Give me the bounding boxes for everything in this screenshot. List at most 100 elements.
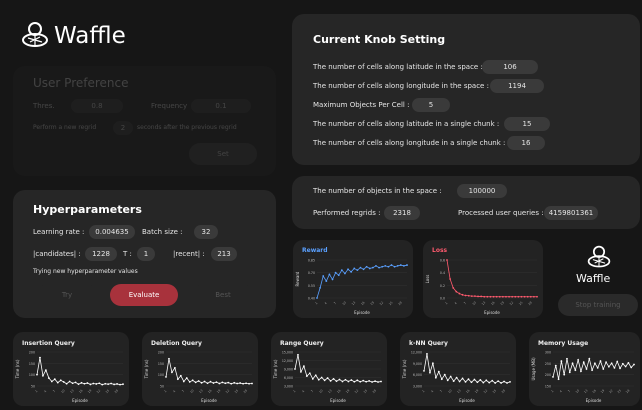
stats-panel: The number of objects in the space : 100…: [292, 176, 640, 229]
data-point: [239, 382, 242, 384]
x-tick-label: 16: [465, 388, 471, 394]
x-tick-label: 13: [583, 388, 589, 394]
data-point: [458, 380, 461, 383]
y-tick-label: 12,000: [282, 359, 293, 363]
x-tick-label: 10: [471, 300, 477, 306]
x-tick-label: 28: [527, 300, 533, 306]
learning-rate-label: Learning rate :: [33, 228, 85, 236]
data-point: [340, 269, 343, 272]
threshold-input[interactable]: 0.8: [71, 99, 123, 113]
x-axis-label: Episode: [484, 310, 500, 315]
data-point: [511, 295, 514, 298]
knob-panel: Current Knob Setting The number of cells…: [292, 14, 640, 165]
try-button[interactable]: Try: [37, 284, 97, 306]
data-point: [176, 378, 179, 381]
x-tick-label: 7: [52, 389, 56, 393]
candidates-label: |candidates| :: [33, 250, 81, 258]
y-tick-label: 100: [158, 373, 164, 377]
data-point: [371, 381, 374, 383]
data-point: [374, 380, 376, 383]
x-tick-label: 28: [625, 388, 631, 394]
x-tick-label: 4: [324, 301, 328, 305]
data-point: [62, 381, 65, 383]
data-point: [98, 382, 101, 385]
data-point: [206, 382, 209, 385]
x-tick-label: 22: [509, 300, 515, 306]
x-tick-label: 19: [216, 388, 222, 394]
x-tick-label: 19: [87, 388, 93, 394]
evaluate-button[interactable]: Evaluate: [110, 284, 178, 306]
data-point: [338, 378, 341, 381]
waffle-cone-icon: [587, 245, 611, 268]
stop-training-button[interactable]: Stop training: [558, 294, 638, 316]
data-point: [317, 378, 320, 381]
data-point: [230, 382, 233, 385]
y-tick-label: 9,000: [284, 368, 293, 372]
data-point: [616, 360, 619, 363]
status-text: Trying new hyperparameter values: [33, 268, 138, 275]
data-point: [71, 382, 74, 385]
data-point: [621, 362, 624, 365]
data-point: [236, 382, 239, 385]
data-point: [396, 265, 399, 267]
data-point: [485, 379, 488, 382]
data-point: [368, 267, 371, 270]
x-tick-label: 10: [60, 388, 66, 394]
x-tick-label: 13: [481, 300, 487, 306]
data-point: [532, 295, 535, 298]
best-button[interactable]: Best: [193, 284, 253, 306]
data-point: [529, 295, 532, 298]
data-point: [585, 368, 588, 370]
data-point: [449, 278, 452, 280]
y-axis-label: Time (ns): [144, 359, 149, 379]
data-point: [65, 382, 68, 385]
x-tick-label: 13: [69, 388, 75, 394]
data-point: [434, 376, 437, 379]
y-tick-label: 200: [158, 351, 164, 355]
data-point: [488, 381, 491, 384]
data-point: [171, 371, 173, 374]
data-point: [495, 295, 498, 298]
data-point: [633, 363, 635, 366]
x-tick-label: 25: [492, 388, 498, 394]
data-point: [347, 380, 350, 383]
data-point: [393, 265, 396, 268]
x-tick-label: 16: [207, 388, 213, 394]
data-point: [359, 380, 362, 383]
data-point: [197, 380, 200, 382]
y-axis-label: Reward: [295, 271, 300, 286]
set-button[interactable]: Set: [189, 143, 257, 165]
data-point: [248, 382, 250, 385]
x-tick-label: 7: [567, 389, 571, 393]
insertion-chart: 200 150 100 501 4 7 10 13 16 19 22 25 28 Episode Time …: [15, 351, 124, 403]
data-point: [233, 381, 236, 384]
x-axis-label: Episode: [459, 398, 475, 403]
y-tick-label: 6,000: [413, 373, 422, 377]
data-point: [56, 381, 59, 384]
regrid-input[interactable]: 2: [113, 121, 133, 135]
data-point: [191, 379, 194, 382]
knob-row-label: The number of cells along longitude in a…: [313, 139, 506, 147]
y-tick-label: 150: [158, 362, 164, 366]
data-point: [119, 383, 121, 386]
x-tick-label: 22: [225, 388, 231, 394]
loss-chart-panel: Loss 0.6 0.4 0.2 0.0 1 4 7 10 13 16 19 22 25 28 Episod…: [423, 240, 543, 318]
y-tick-label: 12,000: [411, 351, 422, 355]
data-point: [479, 379, 482, 381]
data-point: [101, 383, 104, 386]
y-tick-label: 3,000: [284, 385, 293, 389]
knob-row-value: 15: [504, 117, 550, 131]
data-point: [508, 295, 510, 298]
data-point: [224, 382, 227, 385]
y-tick-label: 0.70: [308, 271, 315, 275]
frequency-input[interactable]: 0.1: [191, 99, 251, 113]
data-point: [83, 382, 86, 385]
x-axis-label: Episode: [72, 398, 88, 403]
x-tick-label: 22: [379, 300, 385, 306]
x-tick-label: 19: [499, 300, 505, 306]
deletion-chart: 200 150 100 501 4 7 10 13 16 19 22 25 28 Episode Time …: [144, 351, 253, 403]
y-tick-label: 9,000: [413, 362, 422, 366]
y-tick-label: 100: [29, 373, 35, 377]
knob-row-value: 106: [482, 60, 538, 74]
x-tick-label: 10: [575, 388, 581, 394]
